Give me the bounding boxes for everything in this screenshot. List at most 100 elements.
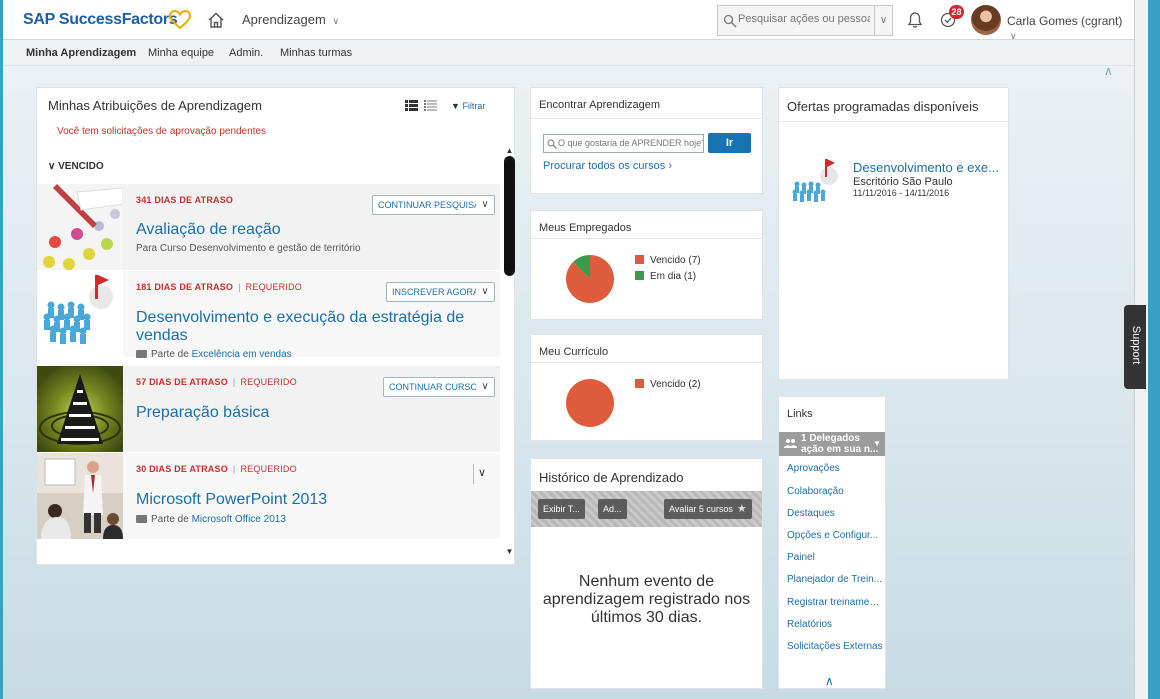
subnav-my-classes[interactable]: Minhas turmas xyxy=(280,47,352,59)
link-options-settings[interactable]: Opções e Configur... xyxy=(787,530,883,541)
overdue-status: 181 DIAS DE ATRASO | REQUERIDO xyxy=(136,282,302,292)
overdue-section-toggle[interactable]: ∨ VENCIDO xyxy=(48,161,104,172)
chevron-down-icon: ∨ xyxy=(481,286,489,297)
browse-all-courses-link[interactable]: Procurar todos os cursos › xyxy=(543,160,672,172)
home-icon[interactable] xyxy=(207,11,225,29)
row-actions-dropdown[interactable]: ∨ xyxy=(476,195,495,215)
card-divider xyxy=(531,238,762,239)
filter-label: Filtrar xyxy=(462,101,486,111)
user-name-label: Carla Gomes (cgrant) xyxy=(1007,14,1123,28)
subnav-my-team[interactable]: Minha equipe xyxy=(148,47,214,59)
course-title-link[interactable]: Desenvolvimento e execução da estratégia… xyxy=(136,309,476,345)
pie-slice[interactable] xyxy=(566,379,614,427)
continue-course-button[interactable]: CONTINUAR CURSO xyxy=(383,377,484,397)
scrollbar-thumb[interactable] xyxy=(504,156,515,276)
legend-label: Em dia (1) xyxy=(650,271,697,282)
rate-courses-button[interactable]: Avaliar 5 cursos ★ xyxy=(664,499,752,519)
find-learning-title: Encontrar Aprendizagem xyxy=(539,99,661,111)
list-view-icon[interactable] xyxy=(405,100,418,111)
my-employees-title: Meus Empregados xyxy=(539,222,632,234)
people-icon xyxy=(784,439,797,448)
add-history-button[interactable]: Ad... xyxy=(598,499,627,519)
enroll-now-button[interactable]: INSCREVER AGORA xyxy=(386,282,486,302)
link-external-requests[interactable]: Solicitações Externas xyxy=(787,641,883,652)
link-dashboard[interactable]: Painel xyxy=(787,552,883,563)
search-input[interactable] xyxy=(738,13,870,25)
support-tab[interactable]: Support xyxy=(1124,305,1146,389)
presentation-thumbnail xyxy=(37,453,123,539)
filter-button[interactable]: ▼ Filtrar xyxy=(451,101,485,111)
row-actions-dropdown[interactable]: ∨ xyxy=(476,282,495,302)
overdue-status: 341 DIAS DE ATRASO xyxy=(136,195,233,205)
subnav-my-learning[interactable]: Minha Aprendizagem xyxy=(26,47,136,59)
offering-title-link[interactable]: Desenvolvimento e exe... xyxy=(853,160,1003,175)
offering-location: Escritório São Paulo xyxy=(853,176,953,188)
collapse-header-icon[interactable]: ∧ xyxy=(1104,64,1113,78)
link-record-training[interactable]: Registrar treinamento xyxy=(787,597,883,608)
course-title-link[interactable]: Preparação básica xyxy=(136,404,269,422)
subnav-admin[interactable]: Admin. xyxy=(229,47,263,59)
bell-icon[interactable] xyxy=(907,11,923,29)
course-subtitle: Para Curso Desenvolvimento e gestão de t… xyxy=(136,243,361,254)
link-approvals[interactable]: Aprovações xyxy=(787,463,883,474)
history-empty-message: Nenhum evento de aprendizagem registrado… xyxy=(542,573,751,626)
overdue-status: 57 DIAS DE ATRASO | REQUERIDO xyxy=(136,377,297,387)
survey-thumbnail xyxy=(37,184,123,270)
overdue-days: 341 DIAS DE ATRASO xyxy=(136,195,234,205)
legend-item-overdue[interactable]: Vencido (7) xyxy=(635,255,701,271)
curriculum-status-pie-chart[interactable] xyxy=(565,378,615,428)
assignments-title: Minhas Atribuições de Aprendizagem xyxy=(48,98,262,113)
chevron-down-icon: ∨ xyxy=(879,15,888,26)
link-collaboration[interactable]: Colaboração xyxy=(787,486,883,497)
avatar[interactable] xyxy=(971,5,1001,35)
chevron-down-icon: ∨ xyxy=(481,199,489,210)
show-training-button[interactable]: Exibir T... xyxy=(538,499,585,519)
link-training-planner[interactable]: Planejador de Trein... xyxy=(787,574,883,585)
history-toolbar: Exibir T... Ad... Avaliar 5 cursos ★ xyxy=(531,491,762,527)
legend-item-on-time[interactable]: Em dia (1) xyxy=(635,271,701,287)
overdue-days: 30 DIAS DE ATRASO xyxy=(136,464,228,474)
required-badge: REQUERIDO xyxy=(245,282,302,292)
employees-status-pie-chart[interactable] xyxy=(565,254,615,304)
course-title-link[interactable]: Avaliação de reação xyxy=(136,221,281,239)
pie-slice[interactable] xyxy=(566,255,614,303)
brand-logo[interactable]: SAP SuccessFactors xyxy=(23,11,178,29)
curriculum-link[interactable]: Excelência em vendas xyxy=(192,349,292,360)
search-go-button[interactable]: Ir xyxy=(708,133,751,153)
card-divider xyxy=(531,118,762,119)
links-card: Links 1 Delegados ação em sua n... ▼ Apr… xyxy=(778,396,886,689)
legend-swatch xyxy=(635,379,644,388)
scroll-down-arrow[interactable]: ▼ xyxy=(504,547,515,556)
pyramid-thumbnail xyxy=(37,366,123,452)
legend-label: Vencido (2) xyxy=(650,379,701,390)
pending-approvals-notice[interactable]: Você tem solicitações de aprovação pende… xyxy=(57,126,266,137)
row-actions-dropdown[interactable]: ∨ xyxy=(476,377,495,397)
user-menu[interactable]: Carla Gomes (cgrant) ∨ xyxy=(1007,14,1134,42)
course-title-link[interactable]: Microsoft PowerPoint 2013 xyxy=(136,491,327,509)
delegates-dropdown[interactable]: 1 Delegados ação em sua n... ▼ xyxy=(779,432,885,456)
required-badge: REQUERIDO xyxy=(240,464,297,474)
rate-courses-label: Avaliar 5 cursos xyxy=(669,504,733,514)
legend-item-overdue[interactable]: Vencido (2) xyxy=(635,379,701,395)
assignment-row: 30 DIAS DE ATRASO | REQUERIDO ∨ Microsoft … xyxy=(37,453,500,539)
collapse-links-icon[interactable]: ∧ xyxy=(825,674,834,688)
course-subtitle: Parte de Microsoft Office 2013 xyxy=(136,514,286,525)
part-of-label: Parte de xyxy=(151,514,189,525)
curriculum-link[interactable]: Microsoft Office 2013 xyxy=(192,514,286,525)
row-expand-toggle[interactable]: ∨ xyxy=(478,466,486,479)
link-highlights[interactable]: Destaques xyxy=(787,508,883,519)
scroll-up-arrow[interactable]: ▲ xyxy=(504,146,515,155)
status-separator: | xyxy=(232,464,236,474)
module-menu[interactable]: Aprendizagem ∨ xyxy=(242,12,339,27)
assignment-row: 57 DIAS DE ATRASO | REQUERIDO CONTINUAR CU… xyxy=(37,366,500,452)
row-divider xyxy=(473,464,474,484)
overdue-section-label: VENCIDO xyxy=(58,161,104,172)
chevron-down-icon: ∨ xyxy=(332,16,340,26)
link-reports[interactable]: Relatórios xyxy=(787,619,883,630)
scheduled-offerings-card: Ofertas programadas disponíveis Desenvol… xyxy=(778,87,1009,380)
learning-search-input[interactable] xyxy=(558,138,703,148)
search-dropdown-button[interactable]: ∨ xyxy=(874,6,892,35)
detail-list-view-icon[interactable] xyxy=(424,100,438,111)
continue-survey-button[interactable]: CONTINUAR PESQUISA xyxy=(372,195,487,215)
heart-logo-icon xyxy=(169,10,191,30)
